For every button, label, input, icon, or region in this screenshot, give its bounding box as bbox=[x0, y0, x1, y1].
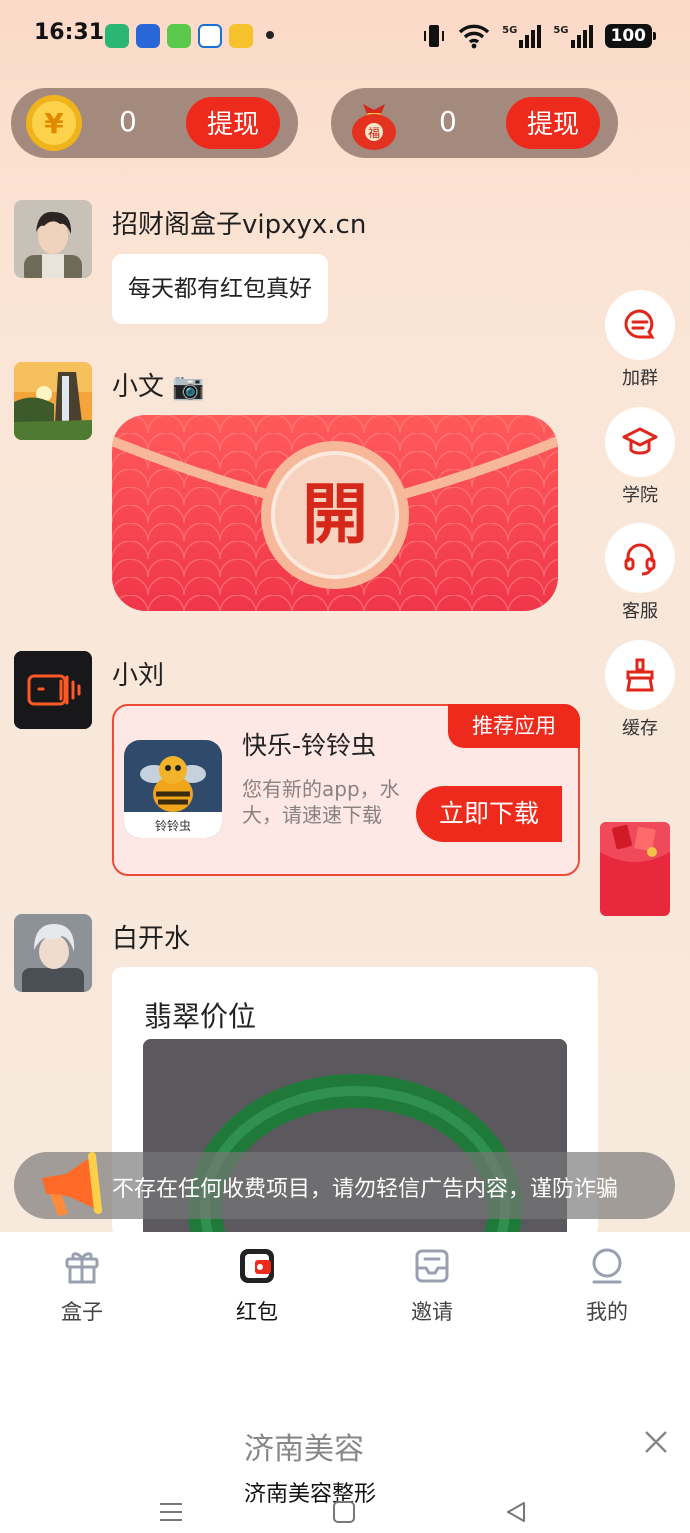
avatar[interactable] bbox=[14, 362, 92, 440]
join-group-button[interactable]: 加群 bbox=[605, 290, 675, 390]
close-icon[interactable] bbox=[640, 1426, 672, 1458]
text-message-bubble[interactable]: 每天都有红包真好 bbox=[112, 254, 328, 324]
lucky-bag-amount: 0 bbox=[439, 105, 457, 138]
notification-app-icon bbox=[136, 24, 160, 48]
app-name: 快乐-铃铃虫 bbox=[242, 731, 377, 760]
sender-name: 招财阁盒子vipxyx.cn bbox=[112, 210, 367, 240]
wifi-icon bbox=[458, 24, 490, 49]
bottom-nav: 盒子 红包 邀请 我的 bbox=[0, 1232, 690, 1340]
nav-tab-invite[interactable]: 邀请 bbox=[372, 1246, 492, 1326]
sender-name: 小刘 bbox=[112, 661, 165, 691]
status-time: 16:31 bbox=[34, 20, 105, 45]
side-action-label: 缓存 bbox=[622, 718, 658, 739]
app-icon: 铃铃虫 bbox=[124, 740, 222, 838]
sender-name: 白开水 bbox=[112, 924, 191, 954]
gold-coin-icon: ¥ bbox=[26, 95, 82, 151]
signal-1-icon: 5G bbox=[502, 24, 542, 48]
notice-text: 不存在任何收费项目，请勿轻信广告内容，谨防诈骗 bbox=[112, 1177, 619, 1202]
article-title: 翡翠价位 bbox=[144, 1000, 257, 1033]
recent-apps-icon[interactable] bbox=[158, 1500, 184, 1528]
nav-tab-label: 红包 bbox=[236, 1300, 278, 1324]
nav-tab-box[interactable]: 盒子 bbox=[22, 1246, 142, 1326]
side-action-label: 客服 bbox=[622, 601, 658, 622]
ad-title[interactable]: 济南美容 bbox=[244, 1424, 364, 1468]
gift-icon bbox=[65, 1252, 99, 1284]
megaphone-icon bbox=[42, 1152, 102, 1216]
signal-2-icon: 5G bbox=[553, 24, 593, 48]
coin-balance-pill: ¥ 0 提现 bbox=[11, 88, 298, 158]
sender-name: 小文 📷 bbox=[112, 372, 205, 402]
more-notifications-dot bbox=[266, 31, 274, 39]
vibrate-icon bbox=[424, 25, 445, 47]
headset-icon bbox=[624, 543, 656, 576]
customer-service-button[interactable]: 客服 bbox=[605, 523, 675, 623]
back-icon[interactable] bbox=[504, 1500, 528, 1528]
notification-app-icon bbox=[229, 24, 253, 48]
profile-icon bbox=[592, 1248, 622, 1284]
status-bar: 16:31 5G 5G 100 bbox=[0, 0, 690, 70]
graduation-cap-icon bbox=[622, 427, 658, 455]
svg-text:¥: ¥ bbox=[44, 107, 64, 140]
avatar[interactable] bbox=[14, 200, 92, 278]
battery-icon: 100 bbox=[604, 24, 656, 48]
nav-tab-red-packet[interactable]: 红包 bbox=[197, 1246, 317, 1326]
recommended-app-tag: 推荐应用 bbox=[448, 704, 580, 748]
nav-tab-label: 我的 bbox=[586, 1300, 628, 1324]
lucky-bag-icon: 福 bbox=[352, 104, 396, 150]
notification-app-icon bbox=[198, 24, 222, 48]
recommended-app-card[interactable]: 推荐应用 铃铃虫 快乐-铃铃虫 您有新的app，水大，请速速下载 立即下载 bbox=[112, 704, 580, 876]
lucky-bag-balance-pill: 福 0 提现 bbox=[331, 88, 618, 158]
side-action-label: 学院 bbox=[622, 485, 658, 506]
anti-fraud-notice: 不存在任何收费项目，请勿轻信广告内容，谨防诈骗 bbox=[14, 1152, 675, 1219]
avatar[interactable] bbox=[14, 651, 92, 729]
coin-amount: 0 bbox=[119, 105, 137, 138]
notification-app-icon bbox=[167, 24, 191, 48]
home-icon[interactable] bbox=[332, 1500, 356, 1528]
nav-tab-label: 盒子 bbox=[61, 1300, 103, 1324]
nav-tab-label: 邀请 bbox=[411, 1300, 453, 1324]
notification-app-icon bbox=[105, 24, 129, 48]
invite-tray-icon bbox=[415, 1249, 449, 1283]
chat-icon bbox=[624, 309, 655, 339]
red-packet-icon bbox=[240, 1249, 274, 1283]
red-packet-message[interactable]: 開 bbox=[112, 415, 558, 611]
svg-text:铃铃虫: 铃铃虫 bbox=[155, 818, 191, 833]
clear-cache-button[interactable]: 缓存 bbox=[605, 640, 675, 740]
side-action-label: 加群 bbox=[622, 368, 658, 389]
download-now-button[interactable]: 立即下载 bbox=[416, 786, 562, 842]
svg-text:福: 福 bbox=[368, 125, 380, 140]
coin-withdraw-button[interactable]: 提现 bbox=[186, 97, 280, 149]
nav-tab-me[interactable]: 我的 bbox=[547, 1246, 667, 1326]
academy-button[interactable]: 学院 bbox=[605, 407, 675, 507]
lucky-bag-withdraw-button[interactable]: 提现 bbox=[506, 97, 600, 149]
broom-icon bbox=[626, 658, 654, 692]
open-packet-char: 開 bbox=[302, 475, 368, 553]
app-description: 您有新的app，水大，请速速下载 bbox=[242, 777, 400, 827]
avatar[interactable] bbox=[14, 914, 92, 992]
floating-red-packet[interactable] bbox=[600, 822, 670, 916]
ad-subtitle[interactable]: 济南美容整形 bbox=[244, 1476, 376, 1508]
